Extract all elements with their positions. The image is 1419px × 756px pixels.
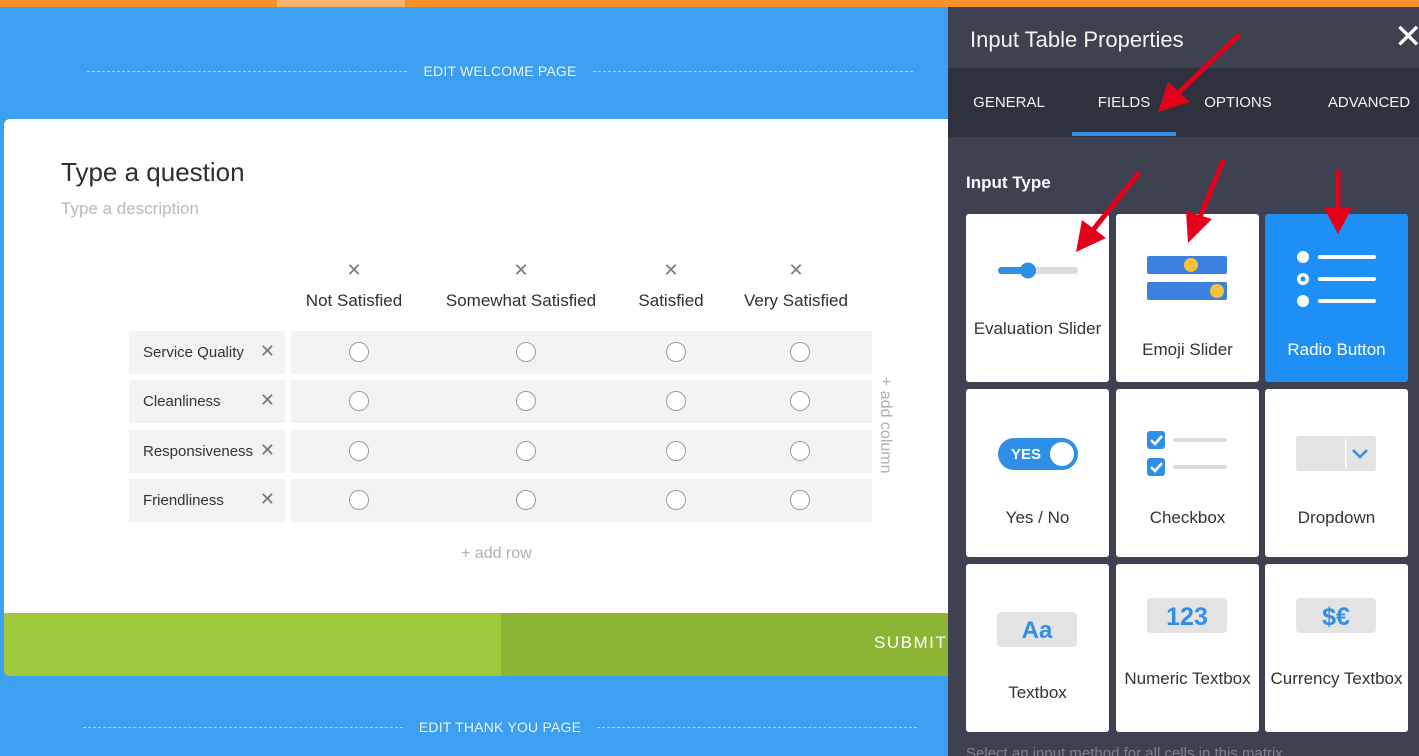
input-type-dropdown[interactable]: Dropdown xyxy=(1265,389,1408,557)
row-label-text: Responsiveness xyxy=(143,443,254,460)
tab-advanced[interactable]: ADVANCED xyxy=(1328,94,1410,111)
currency-icon: $€ xyxy=(1296,598,1376,633)
tile-label: Dropdown xyxy=(1297,508,1376,527)
numeric-icon: 123 xyxy=(1147,598,1227,633)
tile-label: Radio Button xyxy=(1287,340,1386,359)
remove-column-icon[interactable]: ✕ xyxy=(513,260,528,281)
radio-cell[interactable] xyxy=(666,441,686,461)
toggle-icon: YES xyxy=(998,438,1078,470)
radio-cell[interactable] xyxy=(516,441,536,461)
dashed-divider xyxy=(597,726,918,728)
input-type-hint: Select an input method for all cells in … xyxy=(966,745,1283,756)
row-label-text: Service Quality xyxy=(143,344,244,361)
question-title[interactable]: Type a question xyxy=(61,157,245,188)
radio-cell[interactable] xyxy=(516,342,536,362)
dropdown-icon xyxy=(1296,436,1376,471)
remove-column-icon[interactable]: ✕ xyxy=(663,260,678,281)
toggle-yes-text: YES xyxy=(1011,446,1041,463)
row-label[interactable]: Service Quality ✕ xyxy=(129,331,285,374)
column-header[interactable]: Satisfied xyxy=(638,291,703,311)
row-label[interactable]: Responsiveness ✕ xyxy=(129,430,285,473)
close-icon[interactable]: ✕ xyxy=(1394,20,1419,54)
radio-cell[interactable] xyxy=(790,391,810,411)
column-header[interactable]: Very Satisfied xyxy=(744,291,848,311)
tile-label: Checkbox xyxy=(1149,508,1226,527)
remove-column-icon[interactable]: ✕ xyxy=(346,260,361,281)
textbox-icon: Aa xyxy=(997,612,1077,647)
radio-cell[interactable] xyxy=(516,490,536,510)
column-header[interactable]: Somewhat Satisfied xyxy=(446,291,596,311)
radio-cell[interactable] xyxy=(349,441,369,461)
tile-label: Currency Textbox xyxy=(1270,669,1403,688)
checkbox-icon xyxy=(1147,431,1227,476)
radio-cell[interactable] xyxy=(666,391,686,411)
tile-label: Yes / No xyxy=(1005,508,1070,527)
radio-cell[interactable] xyxy=(790,441,810,461)
input-type-currency-textbox[interactable]: $€ Currency Textbox xyxy=(1265,564,1408,732)
add-column-button[interactable]: + add column xyxy=(876,377,894,474)
table-row xyxy=(291,430,872,473)
table-row xyxy=(291,380,872,423)
table-row xyxy=(291,479,872,522)
tile-label: Numeric Textbox xyxy=(1124,669,1251,688)
tile-label: Emoji Slider xyxy=(1142,340,1233,359)
radio-list-icon xyxy=(1297,251,1376,307)
row-label-text: Friendliness xyxy=(143,492,224,509)
dashed-divider xyxy=(87,70,408,72)
input-type-yes-no[interactable]: YES Yes / No xyxy=(966,389,1109,557)
question-card: Type a question Type a description ✕ ✕ ✕… xyxy=(4,119,948,676)
textbox-aa-text: Aa xyxy=(1022,617,1053,644)
remove-row-icon[interactable]: ✕ xyxy=(260,390,275,411)
row-label[interactable]: Friendliness ✕ xyxy=(129,479,285,522)
numeric-123-text: 123 xyxy=(1166,603,1208,631)
input-type-numeric-textbox[interactable]: 123 Numeric Textbox xyxy=(1116,564,1259,732)
submit-bar-left xyxy=(4,613,501,676)
tile-label: Textbox xyxy=(1008,683,1067,702)
annotation-arrow-evaluation-slider xyxy=(1076,171,1141,252)
form-canvas: EDIT WELCOME PAGE Type a question Type a… xyxy=(0,7,948,756)
annotation-arrow-radio-button xyxy=(1324,169,1352,234)
edit-thank-you-page-link[interactable]: EDIT THANK YOU PAGE xyxy=(0,719,948,735)
row-label-text: Cleanliness xyxy=(143,393,221,410)
top-progress-segment xyxy=(277,0,405,7)
top-progress-bar xyxy=(0,0,1419,7)
input-type-checkbox[interactable]: Checkbox xyxy=(1116,389,1259,557)
question-description[interactable]: Type a description xyxy=(61,199,199,219)
annotation-arrow-fields xyxy=(1158,33,1241,112)
tab-fields[interactable]: FIELDS xyxy=(1098,94,1151,111)
radio-cell[interactable] xyxy=(790,342,810,362)
submit-bar: SUBMIT xyxy=(4,613,948,676)
radio-cell[interactable] xyxy=(349,391,369,411)
tile-label: Evaluation Slider xyxy=(973,319,1102,338)
radio-cell[interactable] xyxy=(790,490,810,510)
radio-cell[interactable] xyxy=(349,490,369,510)
submit-button[interactable]: SUBMIT xyxy=(874,633,947,653)
radio-cell[interactable] xyxy=(516,391,536,411)
remove-row-icon[interactable]: ✕ xyxy=(260,341,275,362)
table-row xyxy=(291,331,872,374)
remove-row-icon[interactable]: ✕ xyxy=(260,440,275,461)
dashed-divider xyxy=(82,726,403,728)
edit-welcome-page-link[interactable]: EDIT WELCOME PAGE xyxy=(0,63,948,79)
active-tab-indicator xyxy=(1072,132,1176,136)
radio-cell[interactable] xyxy=(666,490,686,510)
annotation-arrow-emoji-slider xyxy=(1186,158,1226,243)
currency-symbol-text: $€ xyxy=(1322,603,1350,631)
input-type-textbox[interactable]: Aa Textbox xyxy=(966,564,1109,732)
add-row-button[interactable]: + add row xyxy=(461,545,532,563)
remove-row-icon[interactable]: ✕ xyxy=(260,489,275,510)
row-label[interactable]: Cleanliness ✕ xyxy=(129,380,285,423)
input-type-heading: Input Type xyxy=(966,173,1051,192)
remove-column-icon[interactable]: ✕ xyxy=(788,260,803,281)
column-header[interactable]: Not Satisfied xyxy=(306,291,402,311)
edit-thanks-label: EDIT THANK YOU PAGE xyxy=(418,719,582,735)
radio-cell[interactable] xyxy=(666,342,686,362)
radio-cell[interactable] xyxy=(349,342,369,362)
dashed-divider xyxy=(592,70,913,72)
edit-welcome-label: EDIT WELCOME PAGE xyxy=(423,63,577,79)
tab-general[interactable]: GENERAL xyxy=(973,94,1045,111)
